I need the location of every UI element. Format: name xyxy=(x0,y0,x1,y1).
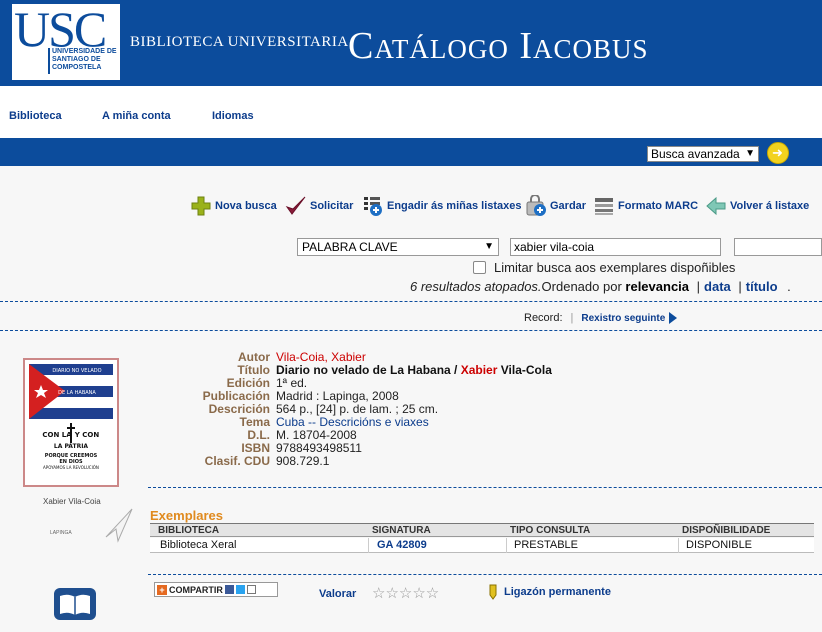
cover-publisher: LAPINGA xyxy=(50,530,72,536)
record-navigation: Record: | Rexistro seguinte xyxy=(524,312,678,324)
results-count: 6 resultados atopados. xyxy=(410,279,542,294)
limit-available-label: Limitar busca aos exemplares dispoñibles xyxy=(494,260,736,275)
dropdown-arrow-icon: ▼ xyxy=(745,148,755,159)
search-field-select[interactable]: PALABRA CLAVE ▼ xyxy=(297,238,499,256)
limit-available-option: Limitar busca aos exemplares dispoñibles xyxy=(473,260,735,275)
table-row: Biblioteca Xeral GA 42809 PRESTABLE DISP… xyxy=(150,538,814,553)
list-add-icon xyxy=(362,195,384,217)
end-dot: . xyxy=(787,279,791,294)
cover-title-line2: DE LA HABANA xyxy=(58,390,96,396)
next-arrow-icon[interactable] xyxy=(669,312,678,324)
cover-text-line7: APOYAMOS LA REVOLUCIÓN xyxy=(43,465,99,470)
facebook-icon[interactable] xyxy=(224,585,234,594)
cover-text-line3b: Y CON xyxy=(74,431,100,439)
author-link[interactable]: Vila-Coia, Xabier xyxy=(276,350,366,364)
sort-separator: | xyxy=(738,279,742,294)
divider xyxy=(0,301,822,302)
secondary-search-input[interactable] xyxy=(734,238,822,256)
open-book-icon[interactable] xyxy=(54,588,96,620)
subject-link[interactable]: Cuba -- Descricións e viaxes xyxy=(276,415,429,429)
search-mode-select[interactable]: Busca avanzada ▼ xyxy=(647,146,759,162)
marc-format-button[interactable]: Formato MARC xyxy=(593,193,698,219)
permalink[interactable]: Ligazón permanente xyxy=(488,584,611,600)
record-label: Record: xyxy=(524,312,563,324)
divider xyxy=(148,487,822,488)
sort-by-date-link[interactable]: data xyxy=(704,279,731,294)
checkmark-icon xyxy=(285,195,307,217)
add-to-lists-button[interactable]: Engadir ás miñas listaxes xyxy=(362,193,522,219)
sort-separator: | xyxy=(696,279,701,294)
content-area xyxy=(0,166,822,632)
main-nav: Biblioteca A miña conta Idiomas xyxy=(0,110,822,126)
plus-icon xyxy=(190,195,212,217)
star-rating[interactable]: ☆☆☆☆☆ xyxy=(372,584,439,602)
nav-item-biblioteca[interactable]: Biblioteca xyxy=(9,110,62,122)
next-record-link[interactable]: Rexistro seguinte xyxy=(581,313,665,324)
sort-by-title-link[interactable]: título xyxy=(746,279,778,294)
search-input[interactable]: xabier vila-coia xyxy=(510,238,721,256)
record-toolbar: Nova busca Solicitar Engadir ás miñas li… xyxy=(0,193,822,219)
back-to-list-button[interactable]: Volver á listaxe xyxy=(705,193,809,219)
holdings-header: BIBLIOTECA SIGNATURA TIPO CONSULTA DISPO… xyxy=(150,523,814,537)
cover-title-line1: DIARIO NO VELADO xyxy=(52,368,101,374)
results-summary: 6 resultados atopados.Ordenado por relev… xyxy=(410,279,791,294)
catalog-title: Catálogo Iacobus xyxy=(348,25,649,67)
dropdown-arrow-icon: ▼ xyxy=(484,241,494,252)
usc-logo[interactable]: USC UNIVERSIDADE DE SANTIAGO DE COMPOSTE… xyxy=(12,1,120,80)
pencil-icon xyxy=(488,584,498,600)
sort-relevance: relevancia xyxy=(625,279,690,294)
nav-item-account[interactable]: A miña conta xyxy=(102,110,171,122)
rate-label: Valorar xyxy=(319,588,357,600)
limit-available-checkbox[interactable] xyxy=(473,261,486,274)
share-button[interactable]: + COMPARTIR xyxy=(154,582,278,597)
cover-text-line4: LA PATRIA xyxy=(54,443,89,450)
request-button[interactable]: Solicitar xyxy=(285,193,353,219)
cover-text-line3: CON LA xyxy=(42,431,72,439)
new-search-button[interactable]: Nova busca xyxy=(190,193,277,219)
holdings-title: Exemplares xyxy=(150,508,223,523)
logo-subtitle: UNIVERSIDADE DE SANTIAGO DE COMPOSTELA xyxy=(52,48,117,71)
save-button[interactable]: Gardar xyxy=(525,193,586,219)
plus-icon: + xyxy=(157,584,167,595)
save-bag-icon xyxy=(525,194,547,217)
book-cover[interactable]: DIARIO NO VELADO DE LA HABANA CON LA Y C… xyxy=(23,358,119,487)
library-title[interactable]: BIBLIOTECA UNIVERSITARIA xyxy=(130,34,349,51)
nav-item-languages[interactable]: Idiomas xyxy=(212,110,254,122)
email-icon[interactable] xyxy=(246,585,256,594)
go-arrow-icon[interactable] xyxy=(767,142,789,164)
call-number-link[interactable]: GA 42809 xyxy=(377,539,427,551)
cover-caption: Xabier Vila-Coia xyxy=(43,497,101,506)
divider xyxy=(0,330,822,331)
twitter-icon[interactable] xyxy=(235,585,245,594)
site-header: USC UNIVERSIDADE DE SANTIAGO DE COMPOSTE… xyxy=(0,0,822,86)
document-icon xyxy=(593,195,615,217)
divider xyxy=(148,574,822,575)
back-arrow-icon xyxy=(705,195,727,217)
sorted-by-label: Ordenado por xyxy=(541,279,622,294)
paper-plane-icon xyxy=(105,508,133,543)
